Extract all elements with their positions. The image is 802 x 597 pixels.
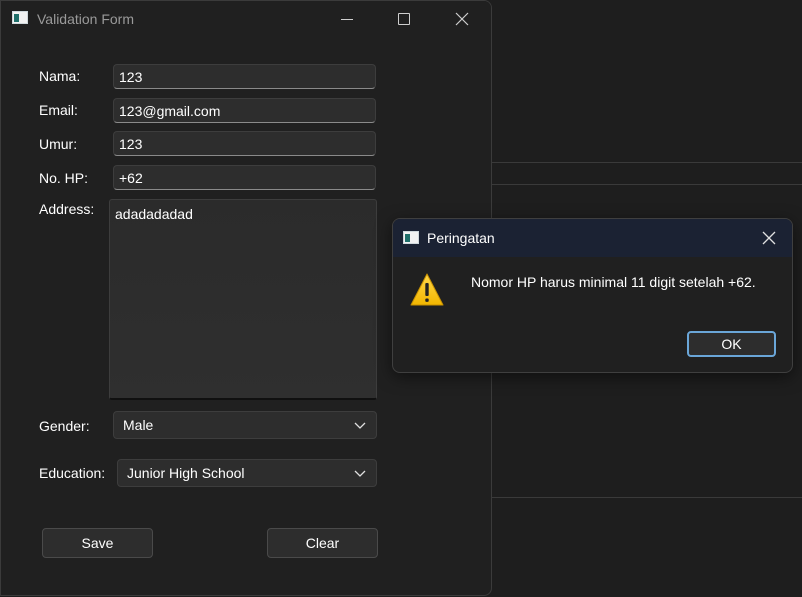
- umur-label: Umur:: [39, 136, 78, 152]
- gender-select[interactable]: Male: [113, 411, 377, 439]
- background-divider: [492, 184, 802, 185]
- email-input-value: 123@gmail.com: [119, 102, 221, 119]
- close-icon: [762, 231, 776, 245]
- dialog-close-button[interactable]: [754, 223, 784, 253]
- chevron-down-icon: [354, 470, 366, 477]
- education-label: Education:: [39, 465, 106, 481]
- email-input[interactable]: 123@gmail.com: [113, 98, 376, 123]
- warning-dialog: Peringatan Nomor HP harus minimal 11 dig…: [392, 218, 793, 373]
- gender-select-value: Male: [123, 417, 154, 433]
- nama-input-value: 123: [119, 68, 143, 85]
- title-bar[interactable]: Validation Form: [1, 1, 491, 37]
- window-title: Validation Form: [37, 11, 135, 27]
- education-select[interactable]: Junior High School: [117, 459, 377, 487]
- dialog-title-bar[interactable]: Peringatan: [393, 219, 792, 257]
- hp-input[interactable]: +62: [113, 165, 376, 190]
- hp-label: No. HP:: [39, 170, 89, 186]
- hp-input-value: +62: [119, 169, 143, 186]
- dialog-message: Nomor HP harus minimal 11 digit setelah …: [471, 274, 756, 290]
- email-label: Email:: [39, 102, 78, 118]
- warning-icon: [410, 273, 444, 306]
- education-select-value: Junior High School: [127, 465, 245, 481]
- umur-input-value: 123: [119, 135, 143, 152]
- app-icon: [403, 231, 419, 244]
- background-divider: [492, 162, 802, 163]
- chevron-down-icon: [354, 422, 366, 429]
- address-label: Address:: [39, 201, 95, 217]
- minimize-button[interactable]: [318, 1, 376, 37]
- address-textarea[interactable]: adadadadad: [109, 199, 377, 400]
- background-divider: [492, 497, 802, 498]
- gender-label: Gender:: [39, 418, 90, 434]
- umur-input[interactable]: 123: [113, 131, 376, 156]
- close-button[interactable]: [433, 1, 491, 37]
- minimize-icon: [341, 18, 353, 20]
- nama-input[interactable]: 123: [113, 64, 376, 89]
- maximize-icon: [398, 13, 410, 25]
- dialog-title: Peringatan: [427, 230, 495, 246]
- ok-button[interactable]: OK: [687, 331, 776, 357]
- desktop-background: Validation Form Nama: 123 Email: 123@gma…: [0, 0, 802, 597]
- save-button[interactable]: Save: [42, 528, 153, 558]
- nama-label: Nama:: [39, 68, 81, 84]
- maximize-button[interactable]: [375, 1, 433, 37]
- close-icon: [455, 12, 469, 26]
- address-textarea-value: adadadadad: [115, 206, 193, 222]
- clear-button[interactable]: Clear: [267, 528, 378, 558]
- app-icon: [12, 11, 28, 24]
